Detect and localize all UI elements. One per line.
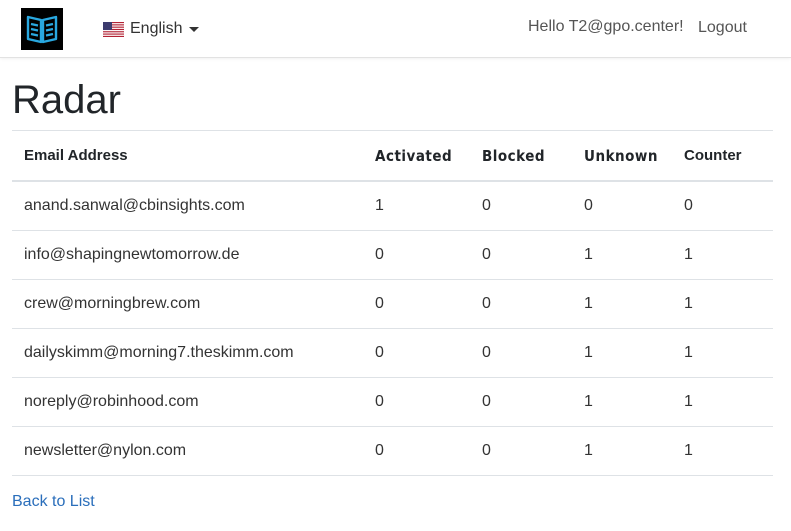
table-row: anand.sanwal@cbinsights.com 1 0 0 0 (12, 180, 773, 231)
language-dropdown[interactable]: English (103, 18, 200, 40)
cell-unknown: 1 (572, 230, 672, 280)
cell-activated: 1 (363, 180, 470, 231)
book-logo-icon[interactable] (21, 8, 63, 50)
radar-table-container: Email Address Activated Blocked Unknown … (12, 130, 773, 476)
cell-blocked: 0 (470, 230, 572, 280)
cell-counter: 1 (672, 230, 773, 280)
navbar: English Hello T2@gpo.center! Logout (0, 0, 791, 58)
cell-blocked: 0 (470, 377, 572, 427)
cell-unknown: 1 (572, 279, 672, 329)
cell-blocked: 0 (470, 426, 572, 476)
logout-link[interactable]: Logout (698, 19, 747, 37)
radar-table: Email Address Activated Blocked Unknown … (12, 130, 773, 476)
table-row: noreply@robinhood.com 0 0 1 1 (12, 377, 773, 427)
table-row: info@shapingnewtomorrow.de 0 0 1 1 (12, 230, 773, 280)
table-row: newsletter@nylon.com 0 0 1 1 (12, 426, 773, 476)
header-activated: Activated (363, 130, 470, 182)
header-email-address: Email Address (12, 130, 363, 182)
cell-activated: 0 (363, 377, 470, 427)
cell-blocked: 0 (470, 180, 572, 231)
cell-unknown: 1 (572, 426, 672, 476)
cell-activated: 0 (363, 279, 470, 329)
us-flag-icon (103, 21, 124, 37)
cell-counter: 1 (672, 426, 773, 476)
cell-email: newsletter@nylon.com (12, 426, 363, 476)
cell-counter: 1 (672, 377, 773, 427)
header-counter: Counter (672, 130, 773, 182)
cell-email: info@shapingnewtomorrow.de (12, 230, 363, 280)
table-row: dailyskimm@morning7.theskimm.com 0 0 1 1 (12, 328, 773, 378)
cell-blocked: 0 (470, 328, 572, 378)
user-greeting: Hello T2@gpo.center! (528, 18, 684, 35)
cell-activated: 0 (363, 426, 470, 476)
chevron-down-icon (189, 27, 200, 32)
cell-counter: 1 (672, 279, 773, 329)
cell-unknown: 0 (572, 180, 672, 231)
cell-blocked: 0 (470, 279, 572, 329)
page-title: Radar (12, 78, 121, 122)
cell-email: noreply@robinhood.com (12, 377, 363, 427)
table-header-row: Email Address Activated Blocked Unknown … (12, 130, 773, 182)
header-unknown: Unknown (572, 130, 672, 182)
cell-email: crew@morningbrew.com (12, 279, 363, 329)
cell-counter: 0 (672, 180, 773, 231)
cell-activated: 0 (363, 328, 470, 378)
cell-unknown: 1 (572, 377, 672, 427)
cell-email: dailyskimm@morning7.theskimm.com (12, 328, 363, 378)
cell-counter: 1 (672, 328, 773, 378)
back-to-list-link[interactable]: Back to List (12, 493, 95, 511)
language-label: English (130, 20, 183, 37)
table-row: crew@morningbrew.com 0 0 1 1 (12, 279, 773, 329)
cell-activated: 0 (363, 230, 470, 280)
header-blocked: Blocked (470, 130, 572, 182)
cell-email: anand.sanwal@cbinsights.com (12, 180, 363, 231)
cell-unknown: 1 (572, 328, 672, 378)
